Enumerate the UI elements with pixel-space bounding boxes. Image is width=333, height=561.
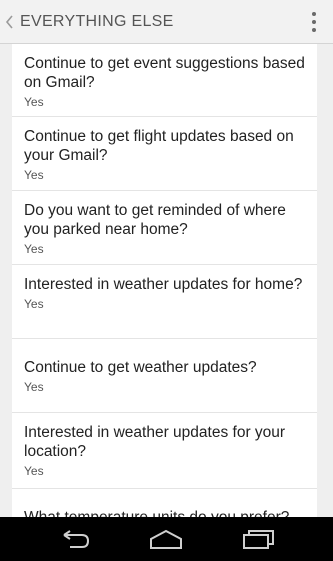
setting-question: What temperature units do you prefer? [24, 508, 307, 517]
setting-question: Interested in weather updates for your l… [24, 424, 286, 460]
setting-answer: Yes [24, 242, 44, 256]
setting-question: Interested in weather updates for home? [24, 276, 303, 293]
list-item[interactable]: Continue to get event suggestions based … [12, 44, 317, 117]
app-bar: EVERYTHING ELSE [0, 0, 333, 44]
list-item[interactable]: What temperature units do you prefer? [12, 489, 317, 517]
list-item[interactable]: Continue to get flight updates based on … [12, 117, 317, 191]
setting-answer: Yes [24, 95, 44, 109]
recent-apps-icon[interactable] [238, 525, 278, 553]
chevron-left-icon[interactable] [0, 0, 18, 44]
setting-question: Do you want to get reminded of where you… [24, 202, 286, 238]
setting-question: Continue to get weather updates? [24, 359, 257, 376]
setting-answer: Yes [24, 297, 44, 311]
navigation-bar [0, 517, 333, 561]
list-item[interactable]: Continue to get weather updates? Yes [12, 339, 317, 413]
overflow-menu-icon[interactable] [311, 12, 317, 32]
list-item[interactable]: Do you want to get reminded of where you… [12, 191, 317, 265]
back-icon[interactable] [56, 525, 96, 553]
setting-question: Continue to get flight updates based on … [24, 128, 294, 164]
settings-list: Continue to get event suggestions based … [12, 44, 317, 517]
home-icon[interactable] [146, 525, 186, 553]
list-item[interactable]: Interested in weather updates for home? … [12, 265, 317, 339]
page-title: EVERYTHING ELSE [20, 12, 174, 30]
list-item[interactable]: Interested in weather updates for your l… [12, 413, 317, 489]
setting-answer: Yes [24, 168, 44, 182]
setting-answer: Yes [24, 464, 44, 478]
setting-answer: Yes [24, 380, 44, 394]
setting-question: Continue to get event suggestions based … [24, 55, 305, 91]
